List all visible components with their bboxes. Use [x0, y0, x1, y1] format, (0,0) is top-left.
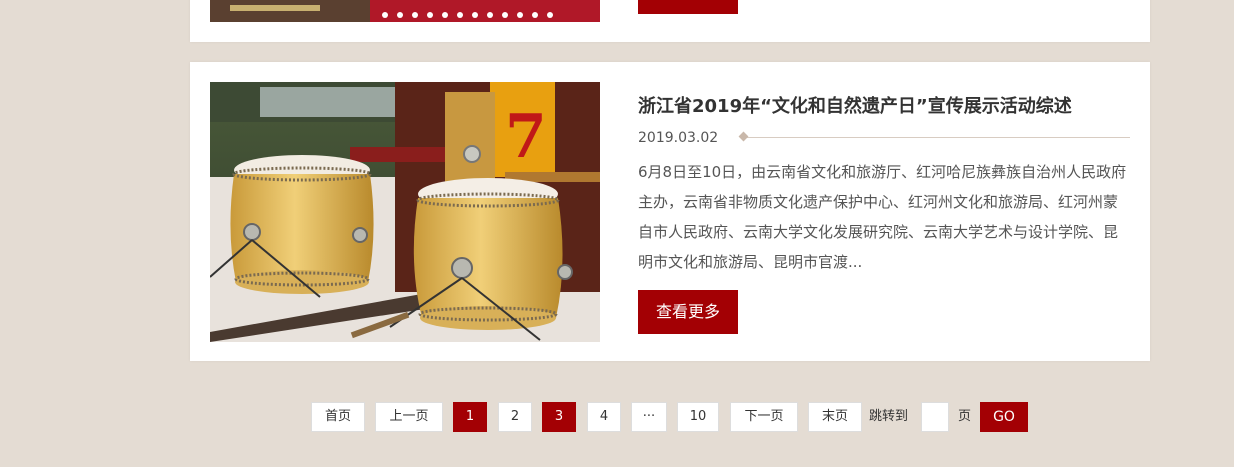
- first-page-button[interactable]: 首页: [311, 402, 365, 432]
- last-page-button[interactable]: 末页: [808, 402, 862, 432]
- page-4-button[interactable]: 4: [587, 402, 621, 432]
- go-button[interactable]: GO: [980, 402, 1028, 432]
- prev-page-button[interactable]: 上一页: [375, 402, 443, 432]
- read-more-button[interactable]: 查看更多: [638, 290, 738, 334]
- article-summary: 6月8日至10日，由云南省文化和旅游厅、红河哈尼族彝族自治州人民政府主办，云南省…: [638, 163, 1127, 271]
- svg-text:7: 7: [505, 102, 547, 172]
- jump-page-input[interactable]: [921, 402, 949, 432]
- divider-line: [740, 137, 1130, 138]
- page-unit-label: 页: [958, 409, 972, 424]
- drums-image: 7: [210, 82, 600, 342]
- article-thumbnail[interactable]: 7: [210, 82, 600, 342]
- page-3-button[interactable]: 3: [542, 402, 576, 432]
- more-button-previous[interactable]: [638, 0, 738, 14]
- article-date: 2019.03.02: [638, 130, 719, 146]
- article-title[interactable]: 浙江省2019年“文化和自然遗产日”宣传展示活动综述: [638, 92, 1118, 118]
- page-10-button[interactable]: 10: [677, 402, 719, 432]
- article-card-previous: [190, 0, 1150, 42]
- page-1-button[interactable]: 1: [453, 402, 487, 432]
- article-card: 7 浙江省2019年“文化和自然遗产日”宣传展示活动综述 2019.03.02 …: [190, 62, 1150, 361]
- article-thumbnail[interactable]: [210, 0, 600, 22]
- page-2-button[interactable]: 2: [498, 402, 532, 432]
- diamond-icon: [738, 131, 749, 142]
- jump-label: 跳转到: [869, 409, 909, 424]
- next-page-button[interactable]: 下一页: [730, 402, 798, 432]
- page-ellipsis: ···: [631, 402, 667, 432]
- pagination: 首页 上一页 1 2 3 4 ··· 10 下一页 末页 跳转到 页 GO: [0, 402, 1234, 432]
